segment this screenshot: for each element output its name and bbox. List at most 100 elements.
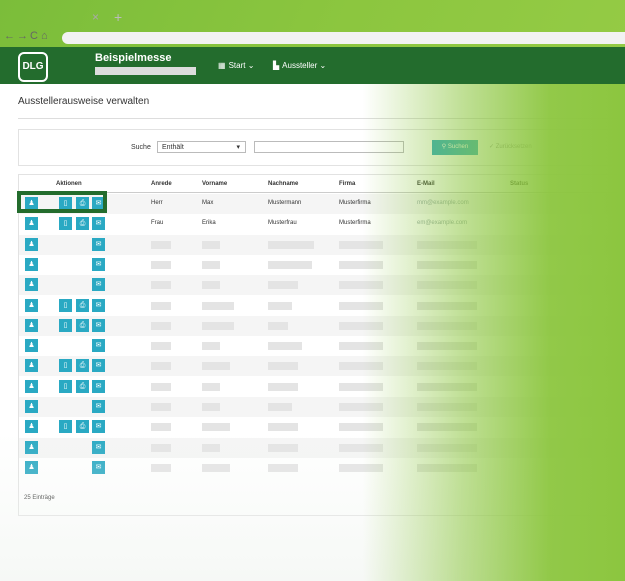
- home-icon[interactable]: ⌂: [41, 30, 48, 42]
- redacted-cell: [268, 403, 292, 411]
- redacted-cell: [268, 281, 298, 290]
- cell-email: mm@example.com: [417, 200, 469, 206]
- mobile-action-icon[interactable]: ▯: [59, 420, 72, 434]
- mobile-action-icon[interactable]: ▯: [59, 379, 72, 393]
- chevron-down-icon: ⌄: [319, 61, 327, 70]
- menu-aussteller[interactable]: ▙ Aussteller ⌄: [273, 61, 326, 70]
- dlg-logo[interactable]: DLG: [18, 52, 48, 82]
- mail-action-icon[interactable]: ✉: [92, 440, 105, 454]
- mobile-action-icon[interactable]: ▯: [59, 359, 72, 373]
- mail-action-icon[interactable]: ✉: [92, 420, 105, 434]
- mail-action-icon[interactable]: ✉: [92, 278, 105, 292]
- mobile-action-icon[interactable]: ▯: [59, 217, 72, 231]
- redacted-cell: [202, 342, 220, 351]
- actions-highlight-frame: [17, 191, 107, 213]
- mail-action-icon[interactable]: ✉: [92, 379, 105, 393]
- cell-nachname: Mustermann: [268, 200, 302, 206]
- redacted-cell: [417, 240, 477, 249]
- search-button[interactable]: ⚲ Suchen: [432, 140, 478, 155]
- cell-firma: Musterfirma: [339, 200, 371, 206]
- pdf-action-icon[interactable]: ⎙: [76, 217, 89, 231]
- search-label: Suche: [131, 144, 151, 151]
- mail-action-icon[interactable]: ✉: [92, 460, 105, 474]
- user-action-icon[interactable]: ♟: [25, 379, 38, 393]
- col-header-nachname[interactable]: Nachname: [268, 181, 298, 187]
- mobile-action-icon[interactable]: ▯: [59, 318, 72, 332]
- mail-action-icon[interactable]: ✉: [92, 339, 105, 353]
- entry-count: 25 Einträge: [24, 495, 55, 501]
- mail-action-icon[interactable]: ✉: [92, 400, 105, 413]
- cell-vorname: Max: [202, 200, 214, 206]
- reload-icon[interactable]: C: [30, 30, 38, 42]
- mail-action-icon[interactable]: ✉: [92, 237, 105, 251]
- col-header-firma[interactable]: Firma: [339, 181, 355, 187]
- mail-action-icon[interactable]: ✉: [92, 298, 105, 312]
- redacted-cell: [202, 403, 220, 411]
- col-header-email[interactable]: E-Mail: [417, 181, 435, 187]
- redacted-cell: [268, 321, 288, 330]
- cell-anrede: Frau: [151, 220, 164, 227]
- back-icon[interactable]: ←: [4, 30, 15, 42]
- table-row: ♟ ✉: [19, 255, 625, 275]
- user-action-icon[interactable]: ♟: [25, 359, 38, 373]
- col-header-anrede[interactable]: Anrede: [151, 181, 172, 187]
- mail-action-icon[interactable]: ✉: [92, 359, 105, 373]
- col-header-status[interactable]: Status: [510, 181, 528, 187]
- redacted-cell: [202, 443, 220, 452]
- search-button-label: Suchen: [447, 144, 469, 150]
- redacted-cell: [417, 321, 477, 330]
- mail-action-icon[interactable]: ✉: [92, 257, 105, 271]
- user-action-icon[interactable]: ♟: [25, 440, 38, 454]
- redacted-cell: [151, 463, 171, 472]
- user-action-icon[interactable]: ♟: [25, 257, 38, 271]
- reset-button[interactable]: ✓ Zurücksetzen: [489, 143, 532, 150]
- redacted-cell: [268, 382, 298, 391]
- pdf-action-icon[interactable]: ⎙: [76, 379, 89, 393]
- pdf-action-icon[interactable]: ⎙: [76, 359, 89, 373]
- search-mode-select[interactable]: Enthält ▾: [157, 141, 246, 153]
- mail-action-icon[interactable]: ✉: [92, 217, 105, 231]
- redacted-cell: [268, 240, 314, 249]
- redacted-cell: [339, 423, 383, 432]
- fair-title: Beispielmesse: [95, 52, 172, 64]
- redacted-cell: [268, 301, 292, 310]
- redacted-cell: [339, 281, 383, 290]
- new-tab-icon[interactable]: +: [114, 9, 122, 25]
- redacted-cell: [202, 281, 220, 290]
- mail-action-icon[interactable]: ✉: [92, 318, 105, 332]
- user-action-icon[interactable]: ♟: [25, 420, 38, 434]
- user-action-icon[interactable]: ♟: [25, 278, 38, 292]
- user-action-icon[interactable]: ♟: [25, 318, 38, 332]
- fair-subtitle-placeholder: [95, 67, 196, 75]
- mobile-action-icon[interactable]: ▯: [59, 298, 72, 312]
- redacted-cell: [339, 260, 383, 269]
- forward-icon[interactable]: →: [17, 30, 28, 42]
- pdf-action-icon[interactable]: ⎙: [76, 420, 89, 434]
- address-bar[interactable]: [62, 32, 625, 44]
- table-row: ♟ ✉: [19, 397, 625, 417]
- redacted-cell: [202, 463, 230, 472]
- cell-email: em@example.com: [417, 220, 468, 227]
- table-row: ♟ ✉: [19, 458, 625, 478]
- col-header-aktionen[interactable]: Aktionen: [56, 181, 82, 187]
- redacted-cell: [202, 362, 230, 371]
- col-header-vorname[interactable]: Vorname: [202, 181, 227, 187]
- redacted-cell: [339, 362, 383, 371]
- browser-chrome: × + ← → C ⌂: [0, 0, 625, 47]
- pdf-action-icon[interactable]: ⎙: [76, 318, 89, 332]
- pdf-action-icon[interactable]: ⎙: [76, 298, 89, 312]
- menu-start[interactable]: ▦ Start ⌄: [218, 61, 254, 70]
- redacted-cell: [268, 362, 298, 371]
- caret-down-icon: ▾: [236, 144, 240, 151]
- user-action-icon[interactable]: ♟: [25, 237, 38, 251]
- user-action-icon[interactable]: ♟: [25, 217, 38, 231]
- user-action-icon[interactable]: ♟: [25, 400, 38, 413]
- redacted-cell: [151, 301, 171, 310]
- search-input[interactable]: [254, 141, 404, 153]
- redacted-cell: [417, 443, 477, 452]
- tab-close-icon[interactable]: ×: [92, 10, 99, 24]
- page-title: Ausstellerausweise verwalten: [18, 96, 150, 107]
- user-action-icon[interactable]: ♟: [25, 339, 38, 353]
- user-action-icon[interactable]: ♟: [25, 460, 38, 474]
- user-action-icon[interactable]: ♟: [25, 298, 38, 312]
